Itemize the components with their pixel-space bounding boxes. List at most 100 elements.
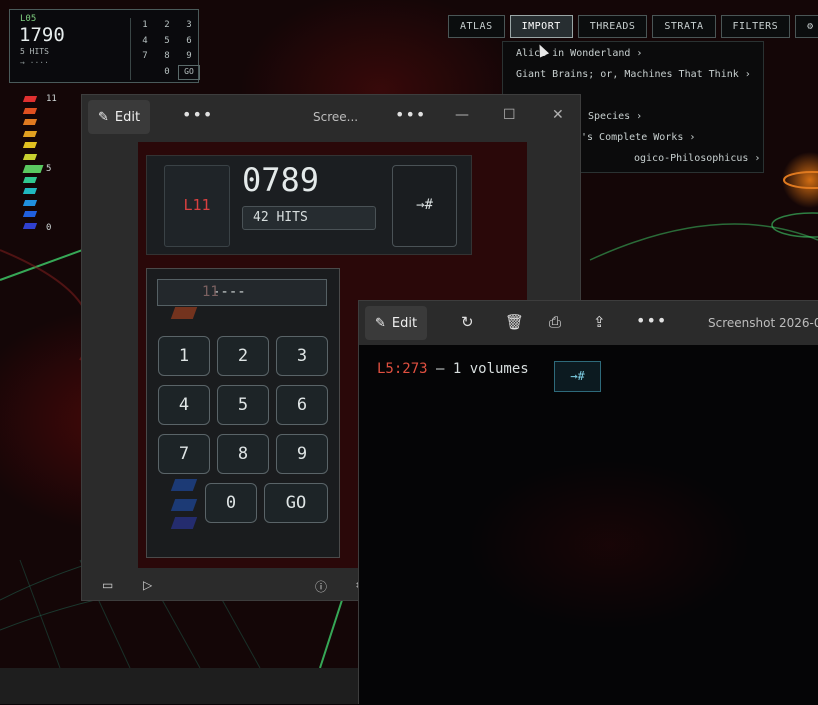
stratum-ref: L5:273 (377, 361, 428, 377)
strata-legend: 11 5 0 (18, 92, 78, 237)
display-ghost: 11 (202, 284, 219, 300)
tab-threads[interactable]: THREADS (577, 15, 648, 38)
ghost-swatch (170, 479, 198, 491)
captured-keypad: 11 ---- 1 2 3 4 5 6 7 8 9 0 GO (146, 268, 340, 558)
volume-summary: L5:273 — 1 volumes (377, 361, 529, 377)
hud-key[interactable]: 7 (134, 49, 156, 65)
key-0[interactable]: 0 (205, 483, 257, 523)
hud-key[interactable]: 0 (156, 65, 178, 81)
hud-number: 1790 (19, 24, 65, 46)
key-8[interactable]: 8 (217, 434, 269, 474)
hud-arrow: → ···· (20, 58, 49, 67)
window2-image: L5:273 — 1 volumes →# (359, 345, 818, 705)
info-icon[interactable]: ⓘ (315, 578, 327, 595)
captured-level: L11 (164, 165, 230, 247)
delete-icon[interactable]: 🗑 (505, 313, 524, 331)
key-4[interactable]: 4 (158, 385, 210, 425)
keypad-display[interactable]: 11 ---- (157, 279, 327, 306)
strata-label-top: 11 (46, 94, 57, 104)
hud-key-empty (134, 65, 156, 81)
strata-swatch[interactable] (22, 188, 38, 194)
key-3[interactable]: 3 (276, 336, 328, 376)
edit-button[interactable]: ✎ Edit (88, 100, 151, 134)
jump-button[interactable]: →# (554, 361, 601, 392)
edit-icon: ✎ (98, 109, 109, 125)
strata-swatch[interactable] (22, 142, 38, 148)
edit-button[interactable]: ✎ Edit (365, 306, 428, 340)
hud-key[interactable]: 4 (134, 34, 156, 50)
key-9[interactable]: 9 (276, 434, 328, 474)
hud-go-button[interactable]: GO (178, 64, 200, 80)
screenshot-window-2: ✎ Edit ↻ 🗑 ⎙ ⇪ ••• Screenshot 2026-09- L… (358, 300, 818, 705)
hud-divider (130, 18, 131, 80)
tab-atlas[interactable]: ATLAS (448, 15, 505, 38)
more-icon[interactable]: ••• (395, 105, 426, 124)
strata-swatch[interactable] (22, 96, 38, 102)
volume-count: — 1 volumes (427, 361, 529, 377)
gear-icon: ⚙ (807, 21, 814, 32)
more-icon[interactable]: ••• (182, 105, 213, 124)
more-icon[interactable]: ••• (636, 311, 667, 330)
captured-hud: L11 0789 42 HITS →# (146, 155, 472, 255)
settings-button[interactable]: ⚙ (795, 15, 818, 38)
strata-swatch[interactable] (22, 119, 38, 125)
edit-icon: ✎ (375, 315, 386, 331)
tab-filters[interactable]: FILTERS (720, 15, 791, 38)
strata-swatch[interactable] (22, 199, 38, 206)
window2-title: Screenshot 2026-09- (708, 316, 818, 330)
hud-hits: 5 HITS (20, 47, 49, 56)
import-item[interactable]: Species › (588, 111, 642, 122)
hud-key[interactable]: 6 (178, 34, 200, 50)
captured-number: 0789 (242, 161, 320, 199)
strata-swatch[interactable] (22, 222, 38, 229)
hud-key[interactable]: 9 (178, 49, 200, 65)
hud-key[interactable]: 8 (156, 49, 178, 65)
edit-label: Edit (391, 315, 418, 331)
close-icon[interactable]: ✕ (552, 107, 564, 123)
strata-swatch[interactable] (22, 107, 38, 114)
maximize-icon[interactable]: ☐ (503, 107, 516, 123)
hud-key[interactable]: 3 (178, 18, 200, 34)
ghost-swatch (170, 307, 198, 319)
import-item[interactable]: ogico-Philosophicus › (634, 153, 760, 164)
strata-swatch[interactable] (22, 130, 38, 137)
strata-swatch[interactable] (22, 211, 38, 217)
hud-keypad: 1 2 3 4 5 6 7 8 9 0 GO (134, 18, 200, 80)
tab-strata[interactable]: STRATA (652, 15, 716, 38)
strata-swatch[interactable] (22, 153, 38, 160)
rotate-icon[interactable]: ↻ (461, 313, 474, 331)
top-nav: ATLAS IMPORT THREADS STRATA FILTERS ⚙ (448, 15, 818, 38)
window1-titlebar: ✎ Edit ••• Scree... ••• — ☐ ✕ (82, 95, 580, 139)
hud-key[interactable]: 5 (156, 34, 178, 50)
key-7[interactable]: 7 (158, 434, 210, 474)
import-item[interactable]: 's Complete Works › (581, 132, 695, 143)
strata-swatch[interactable] (22, 176, 38, 183)
play-icon[interactable]: ▷ (143, 578, 152, 592)
print-icon[interactable]: ⎙ (549, 313, 561, 331)
keypad-hud: L05 1790 5 HITS → ···· 1 2 3 4 5 6 7 8 9… (9, 9, 200, 83)
import-item[interactable]: Giant Brains; or, Machines That Think › (516, 69, 751, 80)
tab-import[interactable]: IMPORT (509, 15, 573, 38)
window1-title: Scree... (313, 110, 359, 124)
hud-key[interactable]: 2 (156, 18, 178, 34)
go-button[interactable]: GO (264, 483, 328, 523)
captured-hits: 42 HITS (242, 206, 376, 230)
hud-level: L05 (20, 14, 37, 24)
key-1[interactable]: 1 (158, 336, 210, 376)
captured-jump-button[interactable]: →# (392, 165, 457, 247)
hud-key[interactable]: 1 (134, 18, 156, 34)
key-5[interactable]: 5 (217, 385, 269, 425)
minimize-icon[interactable]: — (455, 107, 469, 123)
ghost-swatch (170, 499, 198, 511)
edit-label: Edit (114, 109, 141, 125)
filmstrip-icon[interactable]: ▭ (102, 578, 113, 592)
strata-swatch[interactable] (22, 165, 44, 173)
import-item[interactable]: Alice in Wonderland › (516, 48, 642, 59)
key-2[interactable]: 2 (217, 336, 269, 376)
ghost-swatch (170, 517, 198, 529)
strata-label-bottom: 0 (46, 223, 52, 233)
window2-titlebar: ✎ Edit ↻ 🗑 ⎙ ⇪ ••• Screenshot 2026-09- (359, 301, 818, 345)
key-6[interactable]: 6 (276, 385, 328, 425)
strata-label-mid: 5 (46, 164, 52, 174)
share-icon[interactable]: ⇪ (593, 313, 606, 331)
